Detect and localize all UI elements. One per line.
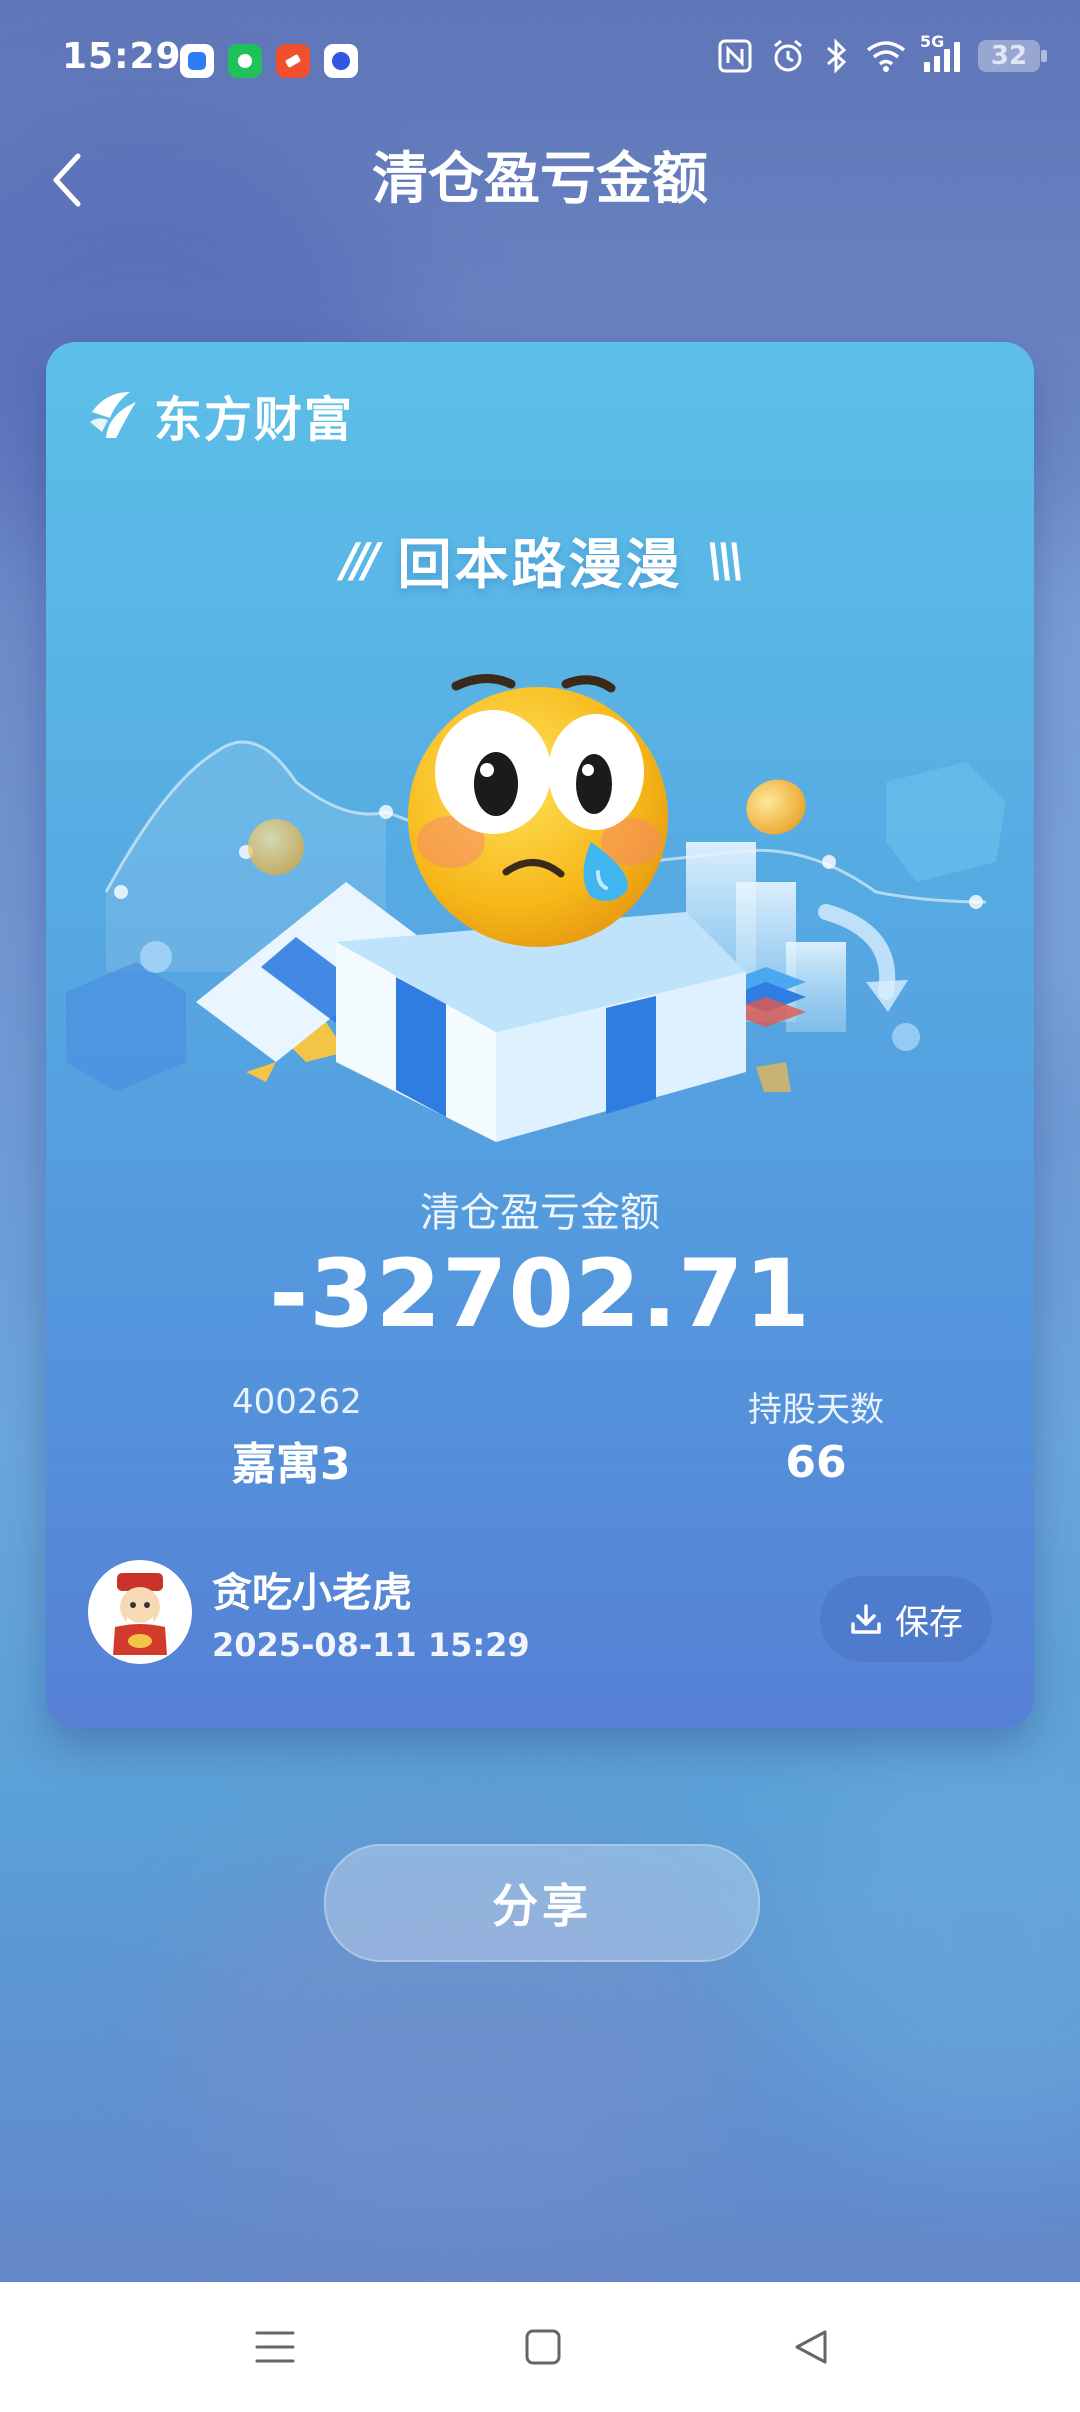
brand-name: 东方财富 <box>154 392 355 448</box>
days-value: 66 <box>785 1437 847 1488</box>
home-button[interactable] <box>498 2312 588 2382</box>
user-name: 贪吃小老虎 <box>212 1570 412 1616</box>
download-icon <box>851 1604 881 1634</box>
timestamp: 2025-08-11 15:29 <box>212 1626 530 1664</box>
share-button[interactable]: 分享 <box>324 1844 760 1962</box>
user-info: 贪吃小老虎 2025-08-11 15:29 <box>88 1560 530 1664</box>
green-app-icon <box>228 44 262 78</box>
notification-icons <box>180 44 358 78</box>
brand-logo: 东方财富 <box>86 380 354 450</box>
amount-value: -32702.71 <box>269 1240 811 1349</box>
status-indicators: 5G 32 <box>718 32 1047 74</box>
slogan-text: 回本路漫漫 <box>397 533 683 596</box>
red-app-icon <box>276 44 310 78</box>
page-title: 清仓盈亏金额 <box>372 147 708 212</box>
wifi-icon <box>866 40 906 72</box>
save-label: 保存 <box>895 1602 963 1643</box>
bluetooth-icon <box>824 38 848 74</box>
save-button[interactable]: 保存 <box>820 1576 992 1662</box>
slogan-decor-right: \\\ <box>706 532 745 587</box>
holding-days: 持股天数 66 <box>748 1382 884 1488</box>
battery-indicator: 32 <box>978 40 1047 72</box>
header: 清仓盈亏金额 <box>0 130 1080 230</box>
triangle-back-icon <box>795 2330 827 2364</box>
stock-code: 400262 <box>232 1382 362 1422</box>
pnl-card: 东方财富 /// 回本路漫漫 \\\ 清仓盈亏金额 -32702.71 4002… <box>46 342 1034 1728</box>
days-label: 持股天数 <box>748 1390 884 1430</box>
square-home-icon <box>525 2329 561 2365</box>
back-nav-button[interactable] <box>766 2312 856 2382</box>
avatar <box>88 1560 192 1664</box>
stock-name: 嘉寓3 <box>232 1439 351 1490</box>
baidu-app-icon <box>324 44 358 78</box>
eastmoney-logo-icon <box>90 392 136 438</box>
amount-label: 清仓盈亏金额 <box>420 1190 660 1236</box>
slogan: /// 回本路漫漫 \\\ <box>46 520 1034 599</box>
alarm-icon <box>770 38 806 74</box>
menu-icon <box>255 2331 295 2363</box>
crying-emoji-gift-illustration <box>66 674 1006 1142</box>
nfc-icon <box>718 39 752 73</box>
battery-level: 32 <box>990 41 1028 71</box>
5g-signal-icon: 5G <box>920 32 960 72</box>
slogan-decor-left: /// <box>341 532 379 587</box>
status-time: 15:29 <box>62 36 182 77</box>
status-bar: 15:29 5G 32 <box>0 0 1080 120</box>
menu-button[interactable] <box>230 2312 320 2382</box>
share-label: 分享 <box>492 1879 592 1933</box>
system-nav-bar <box>0 2282 1080 2412</box>
stock-info: 400262 嘉寓3 <box>232 1382 362 1492</box>
network-type: 5G <box>920 32 945 51</box>
browser-app-icon <box>180 44 214 78</box>
